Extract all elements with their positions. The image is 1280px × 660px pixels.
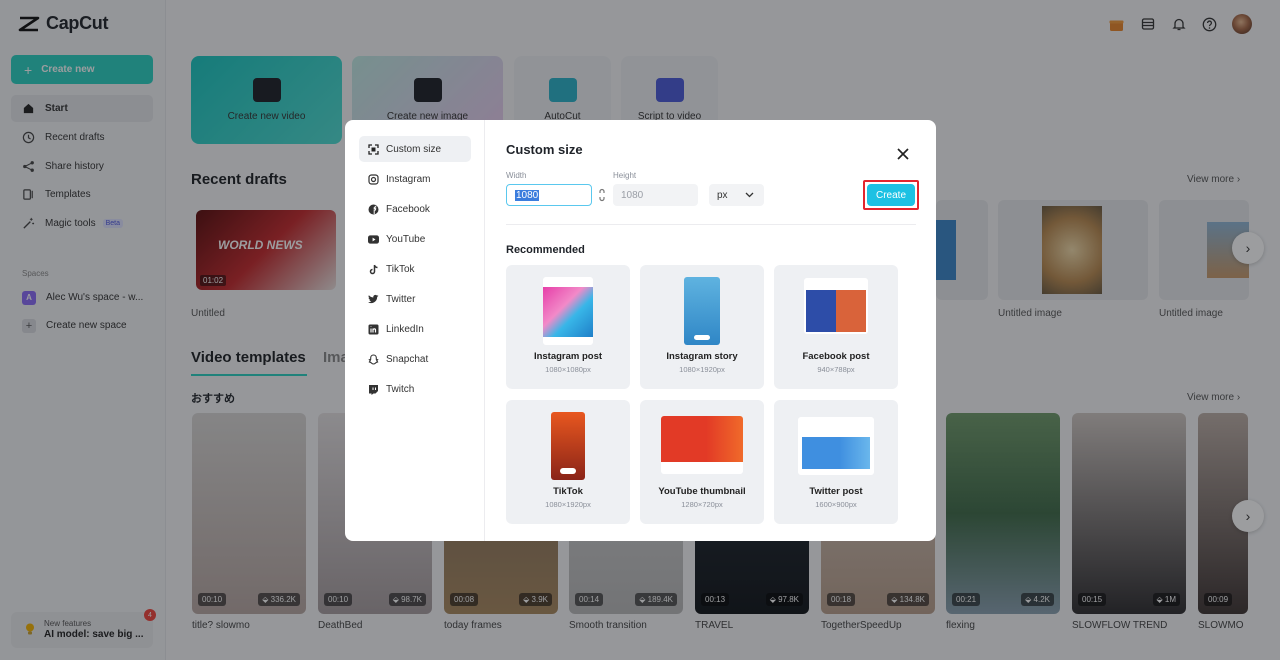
preset-thumbnail [661,416,743,474]
width-label: Width [506,171,527,180]
preset-size: 1080×1920px [679,365,725,374]
preset-tiktok[interactable]: TikTok 1080×1920px [506,400,630,524]
snapchat-icon [368,353,379,365]
menu-item-label: Custom size [386,143,442,155]
menu-item-custom-size[interactable]: Custom size [359,136,471,162]
preset-youtube-thumbnail[interactable]: YouTube thumbnail 1280×720px [640,400,764,524]
chevron-down-icon [745,192,754,198]
preset-size: 1600×900px [815,500,857,509]
menu-item-linkedin[interactable]: LinkedIn [359,316,471,342]
preset-name: Twitter post [809,486,863,497]
preset-name: TikTok [553,486,583,497]
preset-size: 1280×720px [681,500,723,509]
menu-item-snapchat[interactable]: Snapchat [359,346,471,372]
facebook-icon [368,204,379,215]
unit-value: px [717,189,728,201]
preset-facebook-post[interactable]: Facebook post 940×788px [774,265,898,389]
menu-item-label: Facebook [386,203,430,215]
preset-instagram-story[interactable]: Instagram story 1080×1920px [640,265,764,389]
preset-size: 1080×1920px [545,500,591,509]
preset-size: 940×788px [817,365,855,374]
aspect-lock-icon[interactable] [597,188,607,202]
twitch-icon [368,384,379,395]
menu-item-label: LinkedIn [386,323,424,335]
size-category-menu: Custom size Instagram Facebook YouTube T… [345,120,485,541]
preset-thumbnail [551,412,585,480]
height-input[interactable]: 1080 [613,184,698,206]
preset-size: 1080×1080px [545,365,591,374]
menu-item-label: Twitch [386,383,415,395]
resize-icon [368,143,379,155]
tiktok-icon [368,264,379,275]
menu-item-instagram[interactable]: Instagram [359,166,471,192]
create-button[interactable]: Create [867,184,915,206]
height-label: Height [613,171,637,180]
menu-item-twitter[interactable]: Twitter [359,286,471,312]
height-value: 1080 [621,189,644,201]
menu-item-youtube[interactable]: YouTube [359,226,471,252]
create-button-highlight: Create [863,180,919,210]
width-value: 1080 [515,189,540,201]
menu-item-label: Snapchat [386,353,429,365]
preset-thumbnail [684,277,720,345]
instagram-icon [368,173,379,185]
preset-instagram-post[interactable]: Instagram post 1080×1080px [506,265,630,389]
menu-item-tiktok[interactable]: TikTok [359,256,471,282]
width-input[interactable]: 1080 [506,184,592,206]
divider [506,224,916,225]
unit-select[interactable]: px [709,184,764,206]
custom-size-dialog: Custom size Instagram Facebook YouTube T… [345,120,936,541]
preset-thumbnail [798,417,874,475]
menu-item-facebook[interactable]: Facebook [359,196,471,222]
menu-item-label: Twitter [386,293,416,305]
twitter-icon [368,294,379,305]
preset-thumbnail [543,277,593,345]
preset-name: Instagram post [533,351,603,362]
linkedin-icon [368,324,379,335]
preset-name: YouTube thumbnail [658,486,746,497]
preset-thumbnail [804,278,868,334]
menu-item-label: YouTube [386,233,426,245]
youtube-icon [368,234,379,245]
recommended-heading: Recommended [506,244,585,256]
close-icon[interactable] [896,147,910,161]
menu-item-label: TikTok [386,263,415,275]
preset-name: Instagram story [666,351,738,362]
dialog-title: Custom size [506,142,583,157]
preset-name: Facebook post [802,351,870,362]
menu-item-label: Instagram [386,173,431,185]
menu-item-twitch[interactable]: Twitch [359,376,471,402]
preset-twitter-post[interactable]: Twitter post 1600×900px [774,400,898,524]
